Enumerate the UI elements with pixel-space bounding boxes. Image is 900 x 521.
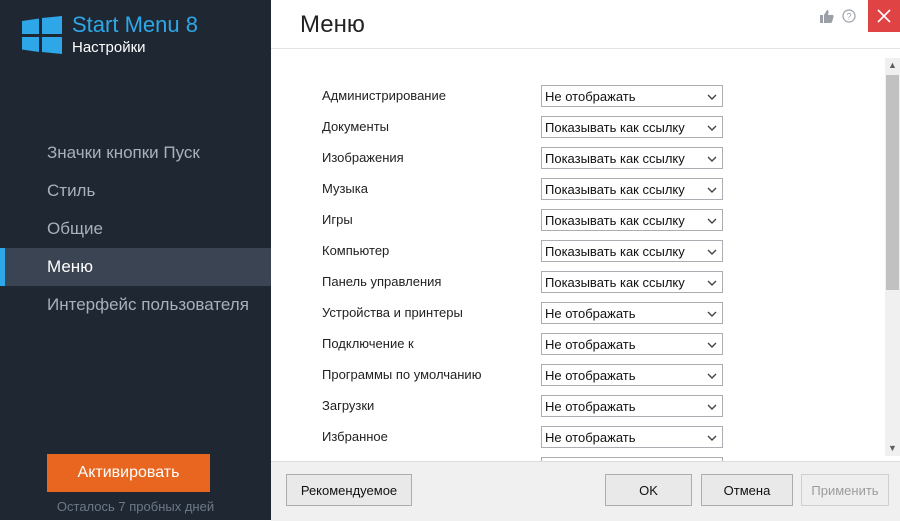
setting-label: Панель управления bbox=[322, 274, 442, 289]
settings-row: Устройства и принтеры Не отображать bbox=[322, 302, 732, 326]
app-subtitle: Настройки bbox=[72, 39, 146, 56]
dropdown-value: Не отображать bbox=[545, 399, 636, 414]
setting-label: Компьютер bbox=[322, 243, 390, 258]
sidebar-item-general[interactable]: Общие bbox=[0, 210, 271, 248]
chevron-down-icon bbox=[707, 435, 717, 441]
cancel-button[interactable]: Отмена bbox=[701, 474, 793, 506]
dropdown-value: Показывать как ссылку bbox=[545, 275, 685, 290]
setting-label: Администрирование bbox=[322, 88, 446, 103]
chevron-down-icon bbox=[707, 373, 717, 379]
setting-dropdown[interactable]: Не отображать bbox=[541, 364, 723, 386]
settings-row: Программы по умолчанию Не отображать bbox=[322, 364, 732, 388]
settings-row: Панель управления Показывать как ссылку bbox=[322, 271, 732, 295]
setting-label: Игры bbox=[322, 212, 353, 227]
chevron-down-icon bbox=[707, 125, 717, 131]
menu-settings-list: Администрирование Не отображать Документы П… bbox=[271, 49, 885, 461]
settings-row: Загрузки Не отображать bbox=[322, 395, 732, 419]
chevron-down-icon bbox=[707, 218, 717, 224]
settings-row: Музыка Показывать как ссылку bbox=[322, 178, 732, 202]
setting-dropdown[interactable]: Показывать как ссылку bbox=[541, 116, 723, 138]
setting-dropdown[interactable]: Показывать как ссылку bbox=[541, 147, 723, 169]
sidebar-item-style[interactable]: Стиль bbox=[0, 172, 271, 210]
close-button[interactable] bbox=[868, 0, 900, 32]
sidebar-item-menu[interactable]: Меню bbox=[0, 248, 271, 286]
setting-dropdown[interactable]: Показывать как ссылку bbox=[541, 209, 723, 231]
setting-dropdown[interactable]: Показывать как ссылку bbox=[541, 240, 723, 262]
trial-days-text: Осталось 7 пробных дней bbox=[56, 499, 215, 514]
page-title: Меню bbox=[300, 11, 365, 38]
scroll-down-icon[interactable]: ▼ bbox=[885, 441, 900, 456]
setting-label: Подключение к bbox=[322, 336, 414, 351]
setting-dropdown[interactable]: Не отображать bbox=[541, 302, 723, 324]
help-icon[interactable]: ? bbox=[838, 0, 860, 32]
dropdown-value: Не отображать bbox=[545, 89, 636, 104]
dropdown-value: Показывать как ссылку bbox=[545, 182, 685, 197]
setting-dropdown[interactable]: Не отображать bbox=[541, 395, 723, 417]
settings-row: Компьютер Показывать как ссылку bbox=[322, 240, 732, 264]
scroll-up-icon[interactable]: ▲ bbox=[885, 58, 900, 73]
chevron-down-icon bbox=[707, 94, 717, 100]
scrollbar-thumb[interactable] bbox=[886, 75, 899, 290]
dropdown-value: Показывать как ссылку bbox=[545, 120, 685, 135]
window-controls: ? bbox=[816, 0, 900, 32]
setting-label: Изображения bbox=[322, 150, 404, 165]
chevron-down-icon bbox=[707, 404, 717, 410]
main-panel: Меню ? Администрирование Не отображать Док… bbox=[271, 0, 900, 521]
setting-label: Музыка bbox=[322, 181, 368, 196]
svg-text:?: ? bbox=[846, 12, 851, 22]
settings-row: Документы Показывать как ссылку bbox=[322, 116, 732, 140]
settings-row: Изображения Показывать как ссылку bbox=[322, 147, 732, 171]
setting-dropdown[interactable]: Не отображать bbox=[541, 85, 723, 107]
chevron-down-icon bbox=[707, 342, 717, 348]
dropdown-value: Показывать как ссылку bbox=[545, 244, 685, 259]
setting-label: Документы bbox=[322, 119, 390, 134]
setting-dropdown[interactable]: Не отображать bbox=[541, 333, 723, 355]
setting-label: Программы по умолчанию bbox=[322, 367, 482, 382]
vertical-scrollbar[interactable]: ▲ ▼ bbox=[885, 58, 900, 456]
dropdown-value: Не отображать bbox=[545, 306, 636, 321]
dropdown-value: Не отображать bbox=[545, 430, 636, 445]
setting-dropdown[interactable]: Показывать как ссылку bbox=[541, 271, 723, 293]
footer-bar: Рекомендуемое OK Отмена Применить bbox=[271, 461, 900, 521]
dropdown-value: Не отображать bbox=[545, 337, 636, 352]
activate-button[interactable]: Активировать bbox=[47, 454, 210, 492]
settings-row: Подключение к Не отображать bbox=[322, 333, 732, 357]
app-title: Start Menu 8 bbox=[72, 12, 198, 37]
chevron-down-icon bbox=[707, 280, 717, 286]
windows-logo-icon bbox=[22, 16, 62, 54]
sidebar: Start Menu 8 Настройки Значки кнопки Пус… bbox=[0, 0, 271, 520]
setting-label: Загрузки bbox=[322, 398, 375, 413]
setting-label: Устройства и принтеры bbox=[322, 305, 463, 320]
chevron-down-icon bbox=[707, 187, 717, 193]
thumbs-up-icon[interactable] bbox=[816, 0, 838, 32]
setting-dropdown[interactable]: Показывать как ссылку bbox=[541, 178, 723, 200]
chevron-down-icon bbox=[707, 156, 717, 162]
setting-dropdown[interactable]: Не отображать bbox=[541, 426, 723, 448]
apply-button[interactable]: Применить bbox=[801, 474, 889, 506]
dropdown-value: Показывать как ссылку bbox=[545, 213, 685, 228]
ok-button[interactable]: OK bbox=[605, 474, 692, 506]
setting-label: Избранное bbox=[322, 429, 388, 444]
sidebar-item-start-button-icons[interactable]: Значки кнопки Пуск bbox=[0, 134, 271, 172]
settings-row: Избранное Не отображать bbox=[322, 426, 732, 450]
dropdown-value: Не отображать bbox=[545, 368, 636, 383]
chevron-down-icon bbox=[707, 249, 717, 255]
close-icon bbox=[877, 9, 891, 23]
recommended-button[interactable]: Рекомендуемое bbox=[286, 474, 412, 506]
dropdown-value: Показывать как ссылку bbox=[545, 151, 685, 166]
settings-row: Администрирование Не отображать bbox=[322, 85, 732, 109]
chevron-down-icon bbox=[707, 311, 717, 317]
settings-row: Игры Показывать как ссылку bbox=[322, 209, 732, 233]
sidebar-item-user-interface[interactable]: Интерфейс пользователя bbox=[0, 286, 271, 324]
sidebar-nav: Значки кнопки Пуск Стиль Общие Меню Инте… bbox=[0, 134, 271, 324]
